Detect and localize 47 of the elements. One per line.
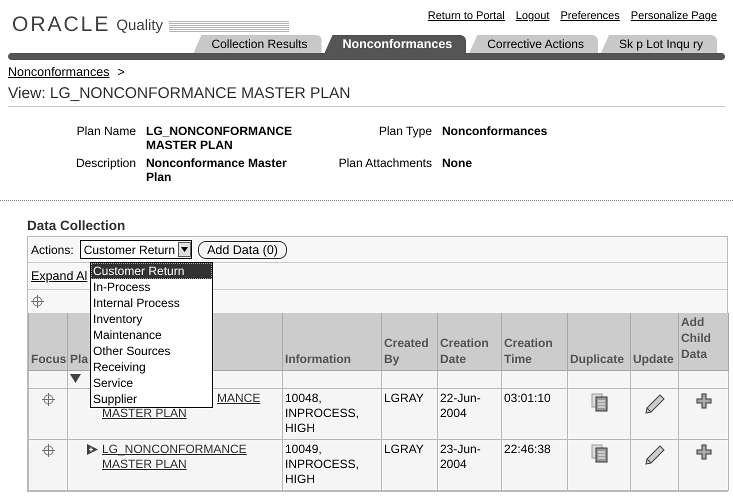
header-link[interactable]: Logout bbox=[516, 10, 550, 24]
column-header: Creation Date bbox=[438, 313, 502, 370]
detail-value: LG_NONCONFORMANCE MASTER PLAN bbox=[146, 124, 293, 152]
header-link[interactable]: Preferences bbox=[560, 10, 620, 24]
detail-label: Plan Attachments bbox=[338, 156, 432, 172]
column-header: Created By bbox=[382, 313, 438, 370]
tab[interactable]: Nonconformances bbox=[324, 35, 466, 53]
detail-value: Nonconformance Master Plan bbox=[146, 156, 288, 184]
tab[interactable]: Collection Results bbox=[193, 35, 322, 53]
plan-link[interactable]: MASTER PLAN bbox=[102, 456, 187, 470]
column-header: Duplicate bbox=[568, 313, 630, 370]
detail-label: Plan Name bbox=[76, 124, 136, 140]
tab[interactable]: Corrective Actions bbox=[469, 35, 598, 53]
detail-label: Plan Type bbox=[378, 124, 432, 140]
header-link[interactable]: Return to Portal bbox=[428, 10, 505, 24]
table-cell: 22-Jun-2004 bbox=[440, 390, 481, 420]
plan-link[interactable]: LG_NONCONFORMANCE bbox=[102, 442, 247, 456]
product-name: Quality bbox=[116, 17, 164, 35]
detail-value: None bbox=[442, 156, 473, 172]
table-cell: 23-Jun-2004 bbox=[440, 442, 481, 470]
breadcrumb-separator: > bbox=[117, 65, 125, 81]
actions-select[interactable]: Customer Return bbox=[80, 240, 192, 259]
detail-value: Nonconformances bbox=[442, 124, 548, 140]
column-header: Information bbox=[282, 313, 382, 370]
column-header: Creation Time bbox=[502, 313, 568, 370]
table-cell: 10049, INPROCESS, HIGH bbox=[285, 442, 360, 486]
plan-link[interactable]: MANCE bbox=[217, 390, 260, 406]
tab[interactable]: Sk p Lot Inqu ry bbox=[600, 35, 717, 53]
column-header: Add Child Data bbox=[678, 313, 728, 370]
section-heading: Data Collection bbox=[27, 218, 126, 233]
oracle-logo: ORACLE bbox=[12, 15, 110, 35]
table-cell: 22:46:38 bbox=[504, 442, 551, 456]
dropdown-option[interactable]: Customer Return bbox=[91, 263, 212, 279]
table-cell: 10048, INPROCESS, HIGH bbox=[285, 390, 360, 434]
page-title: View: LG_NONCONFORMANCE MASTER PLAN bbox=[8, 85, 725, 107]
table-cell: LGRAY bbox=[384, 442, 424, 456]
plan-link[interactable]: MASTER PLAN bbox=[102, 406, 187, 420]
table-cell: 03:01:10 bbox=[504, 390, 551, 404]
breadcrumb-link[interactable]: Nonconformances bbox=[8, 65, 110, 79]
column-header: Focus bbox=[28, 313, 68, 370]
column-header: Update bbox=[630, 313, 678, 370]
table-cell: LGRAY bbox=[384, 390, 424, 404]
expand-all-link[interactable]: Expand Al bbox=[31, 269, 88, 283]
actions-label: Actions: bbox=[31, 242, 74, 256]
header-link[interactable]: Personalize Page bbox=[630, 10, 717, 24]
detail-label: Description bbox=[74, 156, 136, 172]
add-data-button[interactable]: Add Data (0) bbox=[198, 240, 287, 258]
